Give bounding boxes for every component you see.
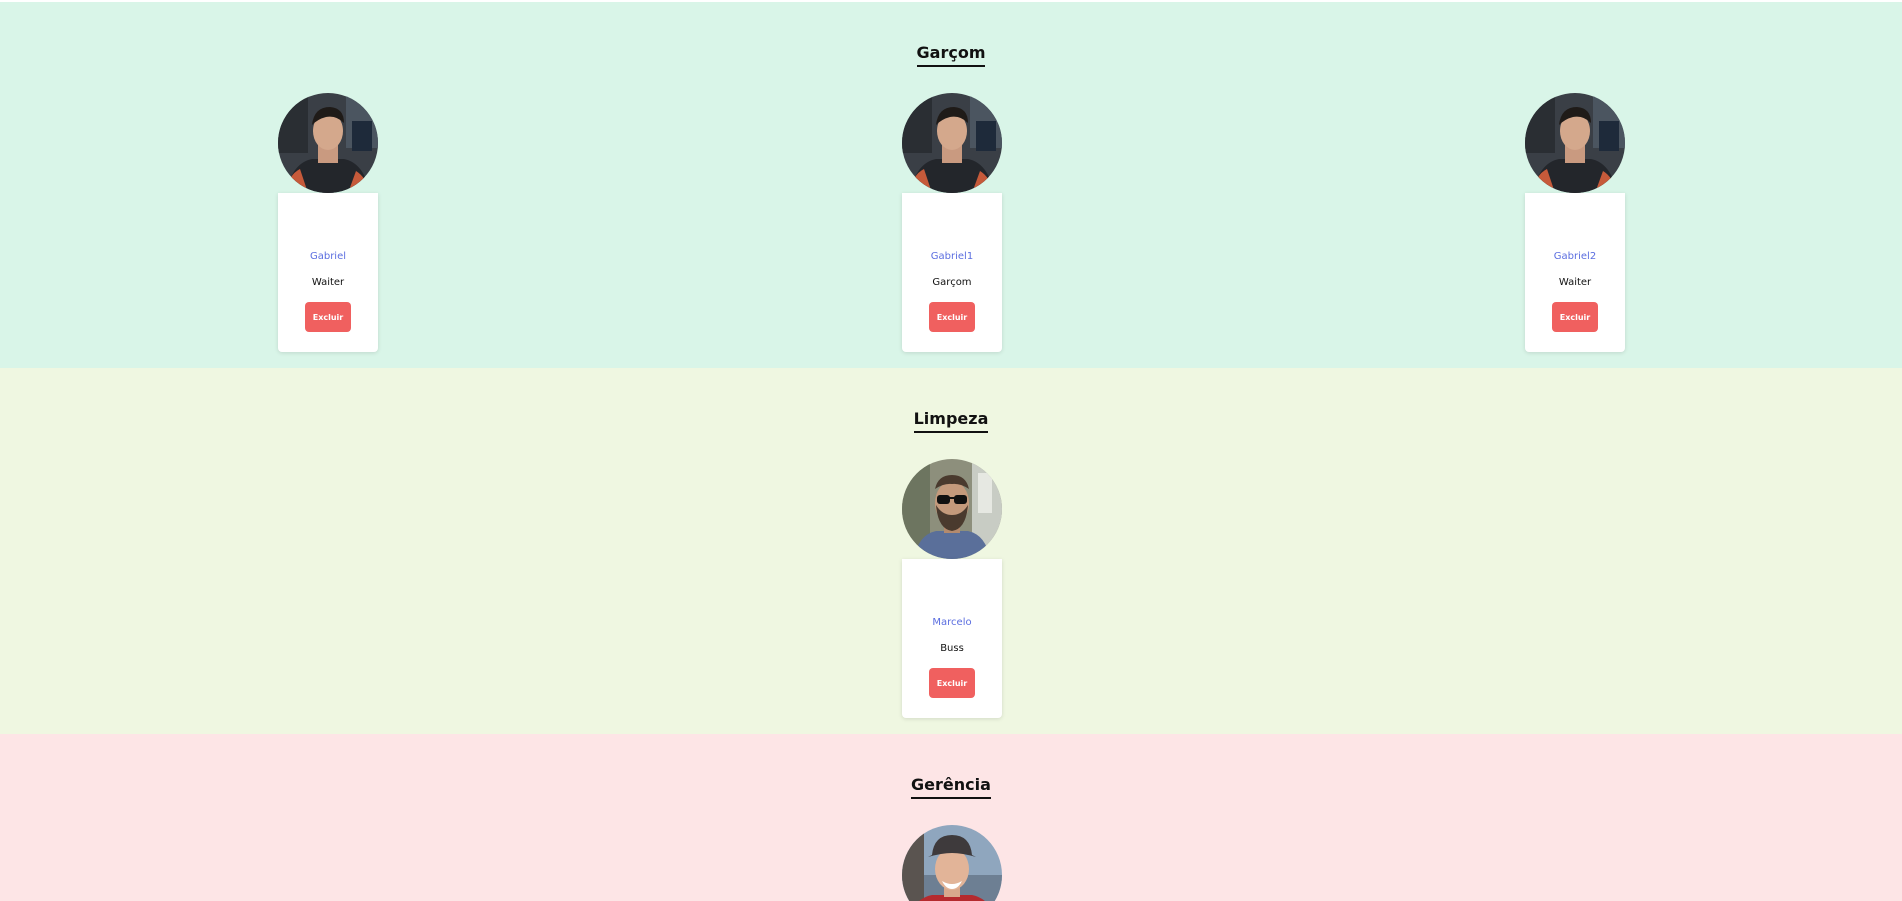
delete-button[interactable]: Excluir [929,668,975,698]
employee-page: Garçom Gabriel Waiter Excluir Gabriel1 G… [0,0,1902,901]
section-garcom: Garçom Gabriel Waiter Excluir Gabriel1 G… [0,2,1902,368]
section-title: Garçom [0,36,1902,67]
employee-name[interactable]: Gabriel2 [1525,251,1625,262]
employee-card-body: Gabriel2 Waiter Excluir [1525,193,1625,352]
employee-card-body: Gabriel1 Garçom Excluir [902,193,1002,352]
employee-name[interactable]: Gabriel [278,251,378,262]
delete-button[interactable]: Excluir [305,302,351,332]
employee-avatar [1525,93,1625,193]
employee-avatar [902,93,1002,193]
section-limpeza: Limpeza Marcelo Buss Excluir [0,368,1902,734]
employee-role: Garçom [932,277,972,288]
employee-role: Buss [940,643,964,654]
employee-role: Waiter [1558,277,1592,288]
employee-name[interactable]: Marcelo [902,617,1002,628]
delete-button[interactable]: Excluir [1552,302,1598,332]
section-gerencia: Gerência [0,734,1902,901]
employee-name[interactable]: Gabriel1 [902,251,1002,262]
employee-avatar [902,825,1002,901]
employee-card-body: Marcelo Buss Excluir [902,559,1002,718]
employee-role: Waiter [311,277,345,288]
delete-button[interactable]: Excluir [929,302,975,332]
section-title: Limpeza [0,402,1902,433]
employee-avatar [902,459,1002,559]
section-title: Gerência [0,768,1902,799]
employee-card-body: Gabriel Waiter Excluir [278,193,378,352]
employee-avatar [278,93,378,193]
